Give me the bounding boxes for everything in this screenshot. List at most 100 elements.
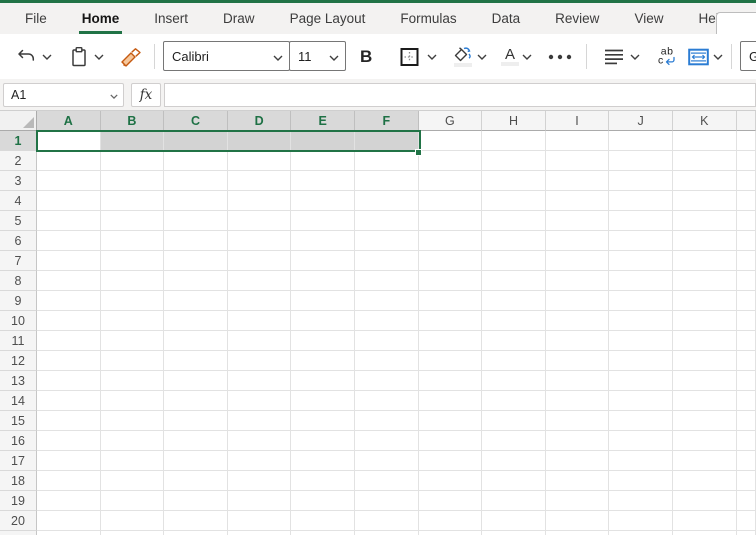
cell-E17[interactable]: [291, 451, 355, 471]
cell-E2[interactable]: [291, 151, 355, 171]
cell-G3[interactable]: [419, 171, 483, 191]
row-header-16[interactable]: 16: [0, 431, 37, 451]
cell-K2[interactable]: [673, 151, 737, 171]
cell-G8[interactable]: [419, 271, 483, 291]
cell-C11[interactable]: [164, 331, 228, 351]
cell-D8[interactable]: [228, 271, 292, 291]
cell-D12[interactable]: [228, 351, 292, 371]
cell-I1[interactable]: [546, 131, 610, 151]
cell-partial[interactable]: [737, 171, 756, 191]
cell-G10[interactable]: [419, 311, 483, 331]
cell-I13[interactable]: [546, 371, 610, 391]
row-header-17[interactable]: 17: [0, 451, 37, 471]
cell-G2[interactable]: [419, 151, 483, 171]
cell-E11[interactable]: [291, 331, 355, 351]
cell-partial[interactable]: [737, 431, 756, 451]
cell-B16[interactable]: [101, 431, 165, 451]
cell-D4[interactable]: [228, 191, 292, 211]
cell-H6[interactable]: [482, 231, 546, 251]
cell-partial[interactable]: [737, 331, 756, 351]
cell-I16[interactable]: [546, 431, 610, 451]
cell-F10[interactable]: [355, 311, 419, 331]
cell-E20[interactable]: [291, 511, 355, 531]
wrap-text-icon[interactable]: ab c: [658, 47, 676, 66]
cell-H9[interactable]: [482, 291, 546, 311]
column-header-G[interactable]: G: [419, 111, 483, 131]
cell-partial[interactable]: [37, 531, 101, 535]
cell-A4[interactable]: [37, 191, 101, 211]
number-format-select[interactable]: General: [740, 41, 756, 71]
cell-E7[interactable]: [291, 251, 355, 271]
cell-B6[interactable]: [101, 231, 165, 251]
cell-F16[interactable]: [355, 431, 419, 451]
cell-partial[interactable]: [737, 531, 756, 535]
cell-D11[interactable]: [228, 331, 292, 351]
cell-C20[interactable]: [164, 511, 228, 531]
cell-E15[interactable]: [291, 411, 355, 431]
cell-D18[interactable]: [228, 471, 292, 491]
column-header-H[interactable]: H: [482, 111, 546, 131]
cell-A14[interactable]: [37, 391, 101, 411]
cell-partial[interactable]: [482, 531, 546, 535]
row-header-13[interactable]: 13: [0, 371, 37, 391]
row-header-15[interactable]: 15: [0, 411, 37, 431]
cell-A2[interactable]: [37, 151, 101, 171]
cell-K9[interactable]: [673, 291, 737, 311]
cell-partial[interactable]: [355, 531, 419, 535]
cell-G7[interactable]: [419, 251, 483, 271]
cell-G15[interactable]: [419, 411, 483, 431]
cell-J5[interactable]: [609, 211, 673, 231]
cell-partial[interactable]: [737, 371, 756, 391]
cell-B4[interactable]: [101, 191, 165, 211]
cell-J7[interactable]: [609, 251, 673, 271]
cell-K8[interactable]: [673, 271, 737, 291]
cell-F3[interactable]: [355, 171, 419, 191]
cell-G16[interactable]: [419, 431, 483, 451]
alignment-icon[interactable]: [604, 48, 624, 65]
cell-I12[interactable]: [546, 351, 610, 371]
cell-D14[interactable]: [228, 391, 292, 411]
cell-J6[interactable]: [609, 231, 673, 251]
cell-I11[interactable]: [546, 331, 610, 351]
cell-F20[interactable]: [355, 511, 419, 531]
cell-F12[interactable]: [355, 351, 419, 371]
cell-partial[interactable]: [737, 351, 756, 371]
cell-A12[interactable]: [37, 351, 101, 371]
cell-partial[interactable]: [737, 411, 756, 431]
cell-I5[interactable]: [546, 211, 610, 231]
row-header-12[interactable]: 12: [0, 351, 37, 371]
cell-K10[interactable]: [673, 311, 737, 331]
cell-C9[interactable]: [164, 291, 228, 311]
cell-F11[interactable]: [355, 331, 419, 351]
alignment-dropdown-chevron[interactable]: [630, 54, 640, 60]
formula-input[interactable]: [164, 83, 756, 107]
cell-A11[interactable]: [37, 331, 101, 351]
cell-B15[interactable]: [101, 411, 165, 431]
cell-I18[interactable]: [546, 471, 610, 491]
row-header-4[interactable]: 4: [0, 191, 37, 211]
cell-F6[interactable]: [355, 231, 419, 251]
cell-B13[interactable]: [101, 371, 165, 391]
column-header-partial[interactable]: [737, 111, 756, 131]
cell-B20[interactable]: [101, 511, 165, 531]
cell-J8[interactable]: [609, 271, 673, 291]
cell-G9[interactable]: [419, 291, 483, 311]
cell-B19[interactable]: [101, 491, 165, 511]
cell-A1[interactable]: [37, 131, 101, 151]
cell-H14[interactable]: [482, 391, 546, 411]
cell-partial[interactable]: [737, 271, 756, 291]
cell-A6[interactable]: [37, 231, 101, 251]
cell-K5[interactable]: [673, 211, 737, 231]
name-box[interactable]: A1: [3, 83, 124, 107]
column-header-J[interactable]: J: [609, 111, 673, 131]
cell-K3[interactable]: [673, 171, 737, 191]
cell-C8[interactable]: [164, 271, 228, 291]
more-options-icon[interactable]: [548, 54, 572, 60]
cell-B12[interactable]: [101, 351, 165, 371]
cell-A10[interactable]: [37, 311, 101, 331]
cell-E1[interactable]: [291, 131, 355, 151]
cell-I15[interactable]: [546, 411, 610, 431]
cell-J17[interactable]: [609, 451, 673, 471]
cell-B8[interactable]: [101, 271, 165, 291]
cell-J10[interactable]: [609, 311, 673, 331]
